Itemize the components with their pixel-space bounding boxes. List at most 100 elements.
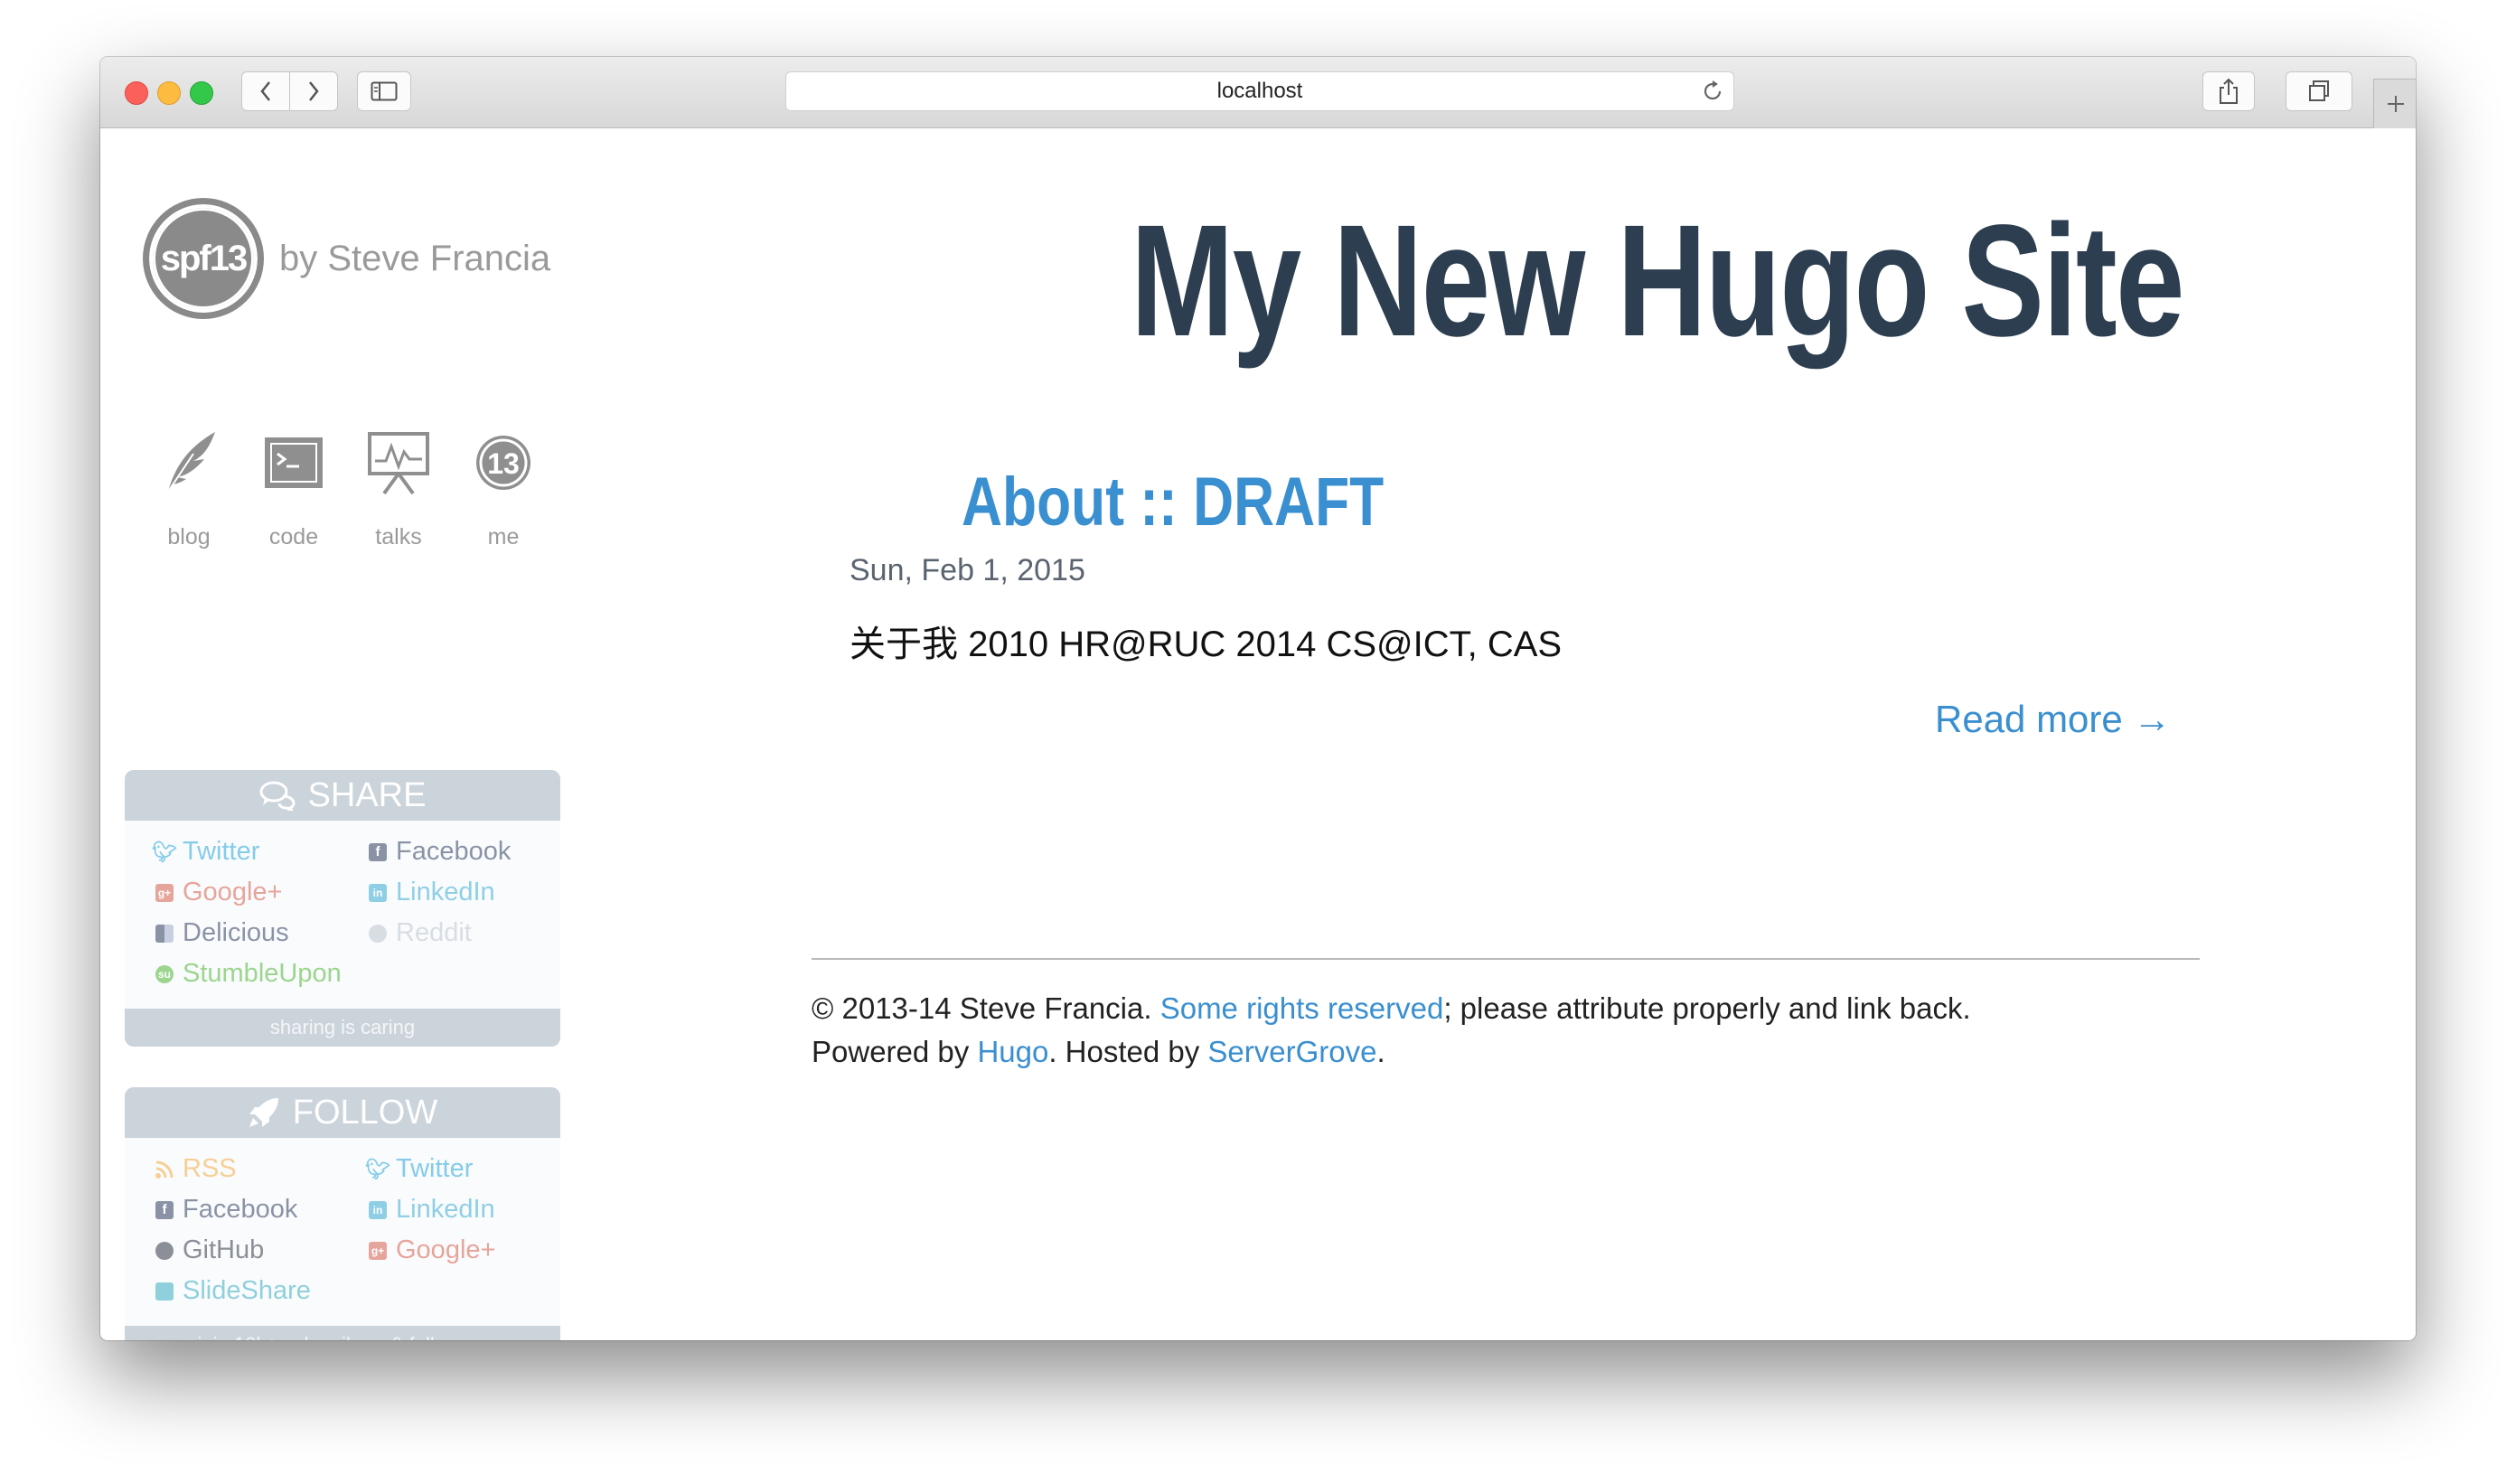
tabs-overview-button[interactable] — [2286, 71, 2352, 111]
follow-googleplus-label: Google+ — [396, 1235, 496, 1264]
web-page: spf13 by Steve Francia blog code talks 1… — [100, 128, 2416, 1340]
reload-icon[interactable] — [1701, 79, 1724, 110]
post-date: Sun, Feb 1, 2015 — [850, 553, 1085, 587]
sidebar: spf13 by Steve Francia blog code talks 1… — [100, 128, 606, 1340]
follow-facebook-label: Facebook — [183, 1195, 298, 1224]
post-summary: 关于我 2010 HR@RUC 2014 CS@ICT, CAS — [850, 625, 1563, 664]
address-bar[interactable]: localhost — [785, 71, 1734, 111]
slideshare-icon — [155, 1282, 174, 1301]
footer-line-1: © 2013-14 Steve Francia. Some rights res… — [812, 987, 1971, 1030]
sidebar-icon — [371, 81, 398, 101]
thirteen-badge-icon: 13 — [474, 427, 533, 499]
footer-divider — [812, 958, 2200, 960]
plus-icon — [2387, 96, 2404, 112]
twitter-icon: 🐦︎ — [365, 1157, 390, 1180]
chevron-left-icon — [260, 81, 270, 101]
linkedin-icon: in — [369, 883, 387, 902]
follow-box: FOLLOW RSS 🐦︎ Twitter f Facebook in Link… — [125, 1087, 560, 1340]
new-tab-button[interactable] — [2373, 79, 2416, 128]
minimize-window-button[interactable] — [157, 81, 181, 105]
share-title: SHARE — [307, 775, 427, 814]
sidebar-nav: blog code talks 13 me — [136, 427, 556, 550]
read-more-link[interactable]: Read more → — [1935, 698, 2171, 741]
share-googleplus-label: Google+ — [183, 878, 283, 906]
follow-github-label: GitHub — [183, 1235, 265, 1264]
rocket-icon — [249, 1098, 278, 1127]
follow-github-link[interactable]: GitHub — [155, 1235, 369, 1265]
back-button[interactable] — [241, 71, 290, 111]
share-stumbleupon-label: StumbleUpon — [183, 959, 342, 988]
copyright-text: © 2013-14 Steve Francia. — [812, 991, 1152, 1025]
follow-slideshare-label: SlideShare — [183, 1276, 311, 1305]
logo-text: spf13 — [153, 208, 254, 309]
follow-facebook-link[interactable]: f Facebook — [155, 1195, 369, 1225]
share-stumbleupon-link[interactable]: su StumbleUpon — [155, 959, 369, 989]
share-box: SHARE 🐦︎ Twitter f Facebook g+ Google+ i… — [125, 770, 560, 1047]
zoom-window-button[interactable] — [190, 81, 213, 105]
nav-item-code[interactable]: code — [241, 427, 346, 550]
powered-prefix: Powered by — [812, 1035, 970, 1068]
footer-line-2: Powered by Hugo. Hosted by ServerGrove. — [812, 1030, 1971, 1074]
follow-twitter-label: Twitter — [396, 1154, 474, 1183]
presentation-icon — [366, 427, 431, 499]
tabs-icon — [2309, 80, 2329, 101]
sidebar-toggle-button[interactable] — [357, 71, 411, 111]
follow-rss-label: RSS — [183, 1154, 237, 1183]
close-window-button[interactable] — [125, 81, 148, 105]
share-linkedin-label: LinkedIn — [396, 878, 495, 906]
hosted-prefix: . Hosted by — [1048, 1035, 1200, 1068]
reddit-icon — [369, 924, 387, 943]
follow-links: RSS 🐦︎ Twitter f Facebook in LinkedIn Gi… — [125, 1138, 560, 1319]
chat-bubbles-icon — [259, 781, 296, 811]
follow-header: FOLLOW — [125, 1087, 560, 1138]
facebook-icon: f — [369, 842, 387, 861]
nav-label-talks: talks — [375, 524, 422, 549]
author-byline: by Steve Francia — [279, 238, 551, 278]
browser-toolbar: localhost — [100, 57, 2416, 128]
share-facebook-label: Facebook — [396, 837, 512, 866]
main-content: My New Hugo Site About :: DRAFT Sun, Feb… — [606, 128, 2416, 1340]
googleplus-icon: g+ — [155, 883, 174, 902]
nav-item-blog[interactable]: blog — [136, 427, 241, 550]
share-icon — [2220, 78, 2238, 104]
share-reddit-link[interactable]: Reddit — [369, 918, 560, 948]
follow-linkedin-link[interactable]: in LinkedIn — [369, 1195, 560, 1225]
forward-button[interactable] — [289, 71, 338, 111]
share-googleplus-link[interactable]: g+ Google+ — [155, 878, 369, 907]
share-linkedin-link[interactable]: in LinkedIn — [369, 878, 560, 907]
rights-link[interactable]: Some rights reserved — [1160, 991, 1444, 1025]
follow-googleplus-link[interactable]: g+ Google+ — [369, 1235, 560, 1265]
footer-end: . — [1376, 1035, 1385, 1068]
share-button[interactable] — [2202, 71, 2255, 111]
delicious-icon — [155, 924, 174, 943]
nav-label-blog: blog — [167, 524, 211, 549]
share-facebook-link[interactable]: f Facebook — [369, 837, 560, 867]
servergrove-link[interactable]: ServerGrove — [1207, 1035, 1376, 1068]
follow-slideshare-link[interactable]: SlideShare — [155, 1276, 369, 1306]
svg-text:13: 13 — [487, 447, 520, 480]
feather-icon — [157, 427, 221, 499]
share-header: SHARE — [125, 770, 560, 821]
chevron-right-icon — [309, 81, 319, 101]
site-title[interactable]: My New Hugo Site — [1131, 190, 2184, 372]
follow-rss-link[interactable]: RSS — [155, 1154, 369, 1184]
share-footer: sharing is caring — [125, 1009, 560, 1047]
follow-linkedin-label: LinkedIn — [396, 1195, 495, 1224]
share-reddit-label: Reddit — [396, 918, 472, 947]
facebook-icon: f — [155, 1200, 174, 1219]
googleplus-icon: g+ — [369, 1241, 387, 1260]
nav-label-me: me — [487, 524, 520, 549]
follow-twitter-link[interactable]: 🐦︎ Twitter — [365, 1154, 560, 1184]
site-footer: © 2013-14 Steve Francia. Some rights res… — [812, 987, 1971, 1074]
share-twitter-label: Twitter — [183, 837, 260, 866]
rights-suffix: ; please attribute properly and link bac… — [1443, 991, 1971, 1025]
nav-item-me[interactable]: 13 me — [451, 427, 556, 550]
stumbleupon-icon: su — [155, 964, 174, 983]
follow-footer: join 10k+ subscribers & followers — [125, 1326, 560, 1340]
share-twitter-link[interactable]: 🐦︎ Twitter — [152, 837, 369, 867]
share-delicious-link[interactable]: Delicious — [155, 918, 369, 948]
hugo-link[interactable]: Hugo — [977, 1035, 1048, 1068]
site-logo-link[interactable]: spf13 by Steve Francia — [146, 201, 550, 316]
nav-item-talks[interactable]: talks — [346, 427, 451, 550]
post-title-link[interactable]: About :: DRAFT — [962, 463, 1384, 541]
